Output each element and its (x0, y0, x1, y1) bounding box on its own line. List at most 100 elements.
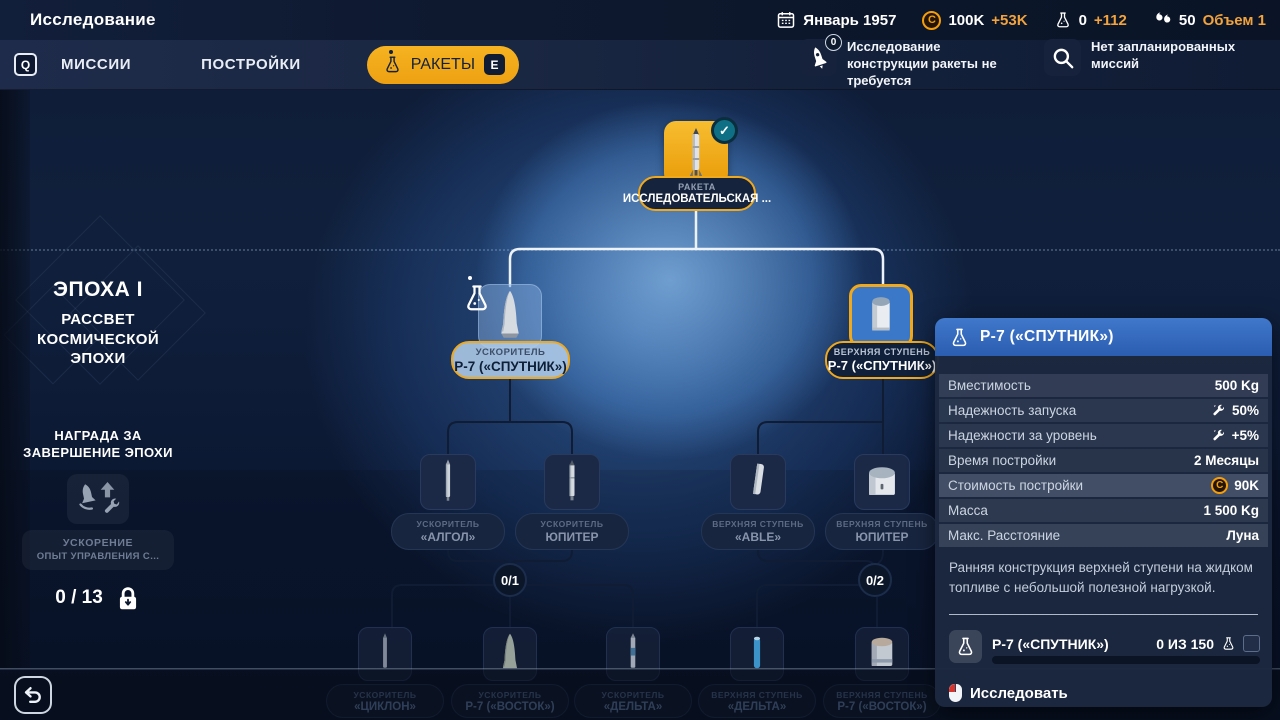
research-item-name: Р-7 («СПУТНИК») (992, 636, 1109, 652)
coin-icon: C (922, 11, 941, 30)
reliability-icon (1211, 428, 1226, 443)
tree-node-upper-able-label[interactable]: ВЕРХНЯЯ СТУПЕНЬ «ABLE» (701, 513, 815, 550)
node-type: ВЕРХНЯЯ СТУПЕНЬ (712, 519, 803, 529)
tree-node-booster-algol-label[interactable]: УСКОРИТЕЛЬ «АЛГОЛ» (391, 513, 505, 550)
booster-image (436, 457, 460, 507)
back-arrow-icon (21, 683, 45, 707)
tree-node-booster-sputnik-label[interactable]: УСКОРИТЕЛЬ Р-7 («СПУТНИК») (451, 341, 570, 379)
funds-delta: +53K (991, 12, 1027, 29)
tree-node-upper-able-tile[interactable] (730, 454, 786, 510)
era-reward-icon[interactable] (67, 474, 129, 524)
node-name: ЮПИТЕР (856, 530, 909, 544)
prerequisite-counter-left: 0/1 (493, 563, 527, 597)
stat-row-build-time: Время постройки 2 Месяцы (939, 449, 1268, 472)
stat-row-capacity: Вместимость 500 Kg (939, 374, 1268, 397)
node-name: Р-7 («СПУТНИК») (828, 358, 936, 373)
sparkle-dot (468, 276, 472, 280)
magnifier-icon (1044, 39, 1081, 76)
stat-label: Макс. Расстояние (948, 528, 1060, 543)
node-type: ВЕРХНЯЯ СТУПЕНЬ (834, 347, 930, 357)
back-button[interactable] (14, 676, 52, 714)
upper-stage-image (861, 289, 901, 343)
research-checkbox[interactable] (1243, 635, 1260, 652)
node-name: «ABLE» (735, 530, 781, 544)
stat-row-reliability-per-level: Надежности за уровень +5% (939, 424, 1268, 447)
node-type: УСКОРИТЕЛЬ (476, 347, 546, 358)
stat-value: 1 500 Kg (1203, 503, 1259, 518)
reliability-icon (1211, 403, 1226, 418)
stat-label: Надежность запуска (948, 403, 1076, 418)
tab-buildings[interactable]: ПОСТРОЙКИ (201, 56, 301, 73)
detail-panel-header: Р-7 («СПУТНИК») (935, 318, 1272, 356)
detail-panel: Р-7 («СПУТНИК») Вместимость 500 Kg Надеж… (935, 318, 1272, 707)
flask-icon (1054, 11, 1072, 29)
tree-node-booster-algol-tile[interactable] (420, 454, 476, 510)
tree-node-upper-sputnik-tile[interactable] (849, 284, 913, 348)
panel-divider (949, 614, 1258, 615)
research-item-flask-icon (949, 630, 982, 663)
stat-label: Время постройки (948, 453, 1056, 468)
era-reward-name: УСКОРЕНИЕ (63, 537, 133, 549)
booster-image (490, 285, 530, 347)
booster-image (560, 457, 584, 507)
tree-node-upper-jupiter-label[interactable]: ВЕРХНЯЯ СТУПЕНЬ ЮПИТЕР (825, 513, 939, 550)
stat-label: Вместимость (948, 378, 1031, 393)
stat-label: Масса (948, 503, 988, 518)
status-badge: 0 (825, 34, 842, 51)
support-display: 50 Объем 1 (1153, 11, 1266, 30)
tab-rockets[interactable]: РАКЕТЫ E (367, 46, 519, 84)
upper-stage-image (743, 458, 773, 507)
research-action-button[interactable]: Исследовать (949, 684, 1068, 702)
missions-status-text: Нет запланированных миссий (1091, 39, 1259, 73)
tree-node-booster-jupiter-label[interactable]: УСКОРИТЕЛЬ ЮПИТЕР (515, 513, 629, 550)
tree-node-rocket-label[interactable]: РАКЕТА ИССЛЕДОВАТЕЛЬСКАЯ ... (638, 176, 756, 211)
key-hint-e: E (484, 54, 505, 75)
research-action-label: Исследовать (970, 685, 1068, 702)
stat-value: 2 Месяцы (1194, 453, 1259, 468)
node-name: Р-7 («СПУТНИК») (454, 359, 567, 374)
era-subtitle: РАССВЕТ КОСМИЧЕСКОЙ ЭПОХИ (23, 310, 173, 369)
research-screen: Исследование Январь 1957 C 100K +53K 0 +… (0, 0, 1280, 720)
lock-icon (115, 584, 141, 612)
rocket-icon: 0 (800, 39, 837, 76)
era-panel: ЭПОХА I РАССВЕТ КОСМИЧЕСКОЙ ЭПОХИ НАГРАД… (0, 278, 196, 612)
node-type: УСКОРИТЕЛЬ (417, 519, 480, 529)
detail-description: Ранняя конструкция верхней ступени на жи… (949, 558, 1258, 597)
science-value: 0 (1079, 12, 1087, 29)
stat-row-build-cost: Стоимость постройки C 90K (939, 474, 1268, 497)
top-bar: Исследование Январь 1957 C 100K +53K 0 +… (0, 0, 1280, 40)
support-icon (1153, 11, 1172, 30)
researched-check-badge: ✓ (711, 117, 738, 144)
researchable-flask-icon (462, 283, 492, 318)
tab-missions[interactable]: МИССИИ (61, 56, 131, 73)
stat-value: Луна (1226, 528, 1259, 543)
stat-value: 90K (1234, 478, 1259, 493)
node-name: ЮПИТЕР (546, 530, 599, 544)
stat-row-launch-reliability: Надежность запуска 50% (939, 399, 1268, 422)
stat-row-mass: Масса 1 500 Kg (939, 499, 1268, 522)
page-title: Исследование (30, 10, 156, 30)
flask-icon (383, 55, 402, 74)
node-name: ИССЛЕДОВАТЕЛЬСКАЯ ... (623, 193, 771, 205)
stat-label: Стоимость постройки (948, 478, 1083, 493)
tab-rockets-label: РАКЕТЫ (411, 56, 475, 74)
tree-node-booster-jupiter-tile[interactable] (544, 454, 600, 510)
support-extra: Объем 1 (1203, 12, 1266, 29)
era-reward-desc: ОПЫТ УПРАВЛЕНИЯ С... (37, 551, 160, 562)
flask-icon (1221, 636, 1236, 651)
era-reward-label[interactable]: УСКОРЕНИЕ ОПЫТ УПРАВЛЕНИЯ С... (22, 530, 174, 570)
rocket-image (682, 125, 710, 181)
tree-node-upper-sputnik-label[interactable]: ВЕРХНЯЯ СТУПЕНЬ Р-7 («СПУТНИК») (825, 341, 939, 379)
tree-node-upper-jupiter-tile[interactable] (854, 454, 910, 510)
era-progress: 0 / 13 (0, 584, 196, 612)
upper-stage-image (860, 458, 904, 506)
node-type: УСКОРИТЕЛЬ (541, 519, 604, 529)
era-divider-dotted (0, 249, 1280, 251)
stat-value: +5% (1232, 428, 1259, 443)
coin-icon: C (1211, 477, 1228, 494)
science-display: 0 +112 (1054, 11, 1127, 29)
tab-bar: Q МИССИИ ПОСТРОЙКИ РАКЕТЫ E 0 Исследован… (0, 40, 1280, 90)
node-type: ВЕРХНЯЯ СТУПЕНЬ (836, 519, 927, 529)
research-progress-count: 0 ИЗ 150 (1156, 636, 1214, 652)
date-value: Январь 1957 (803, 12, 896, 29)
